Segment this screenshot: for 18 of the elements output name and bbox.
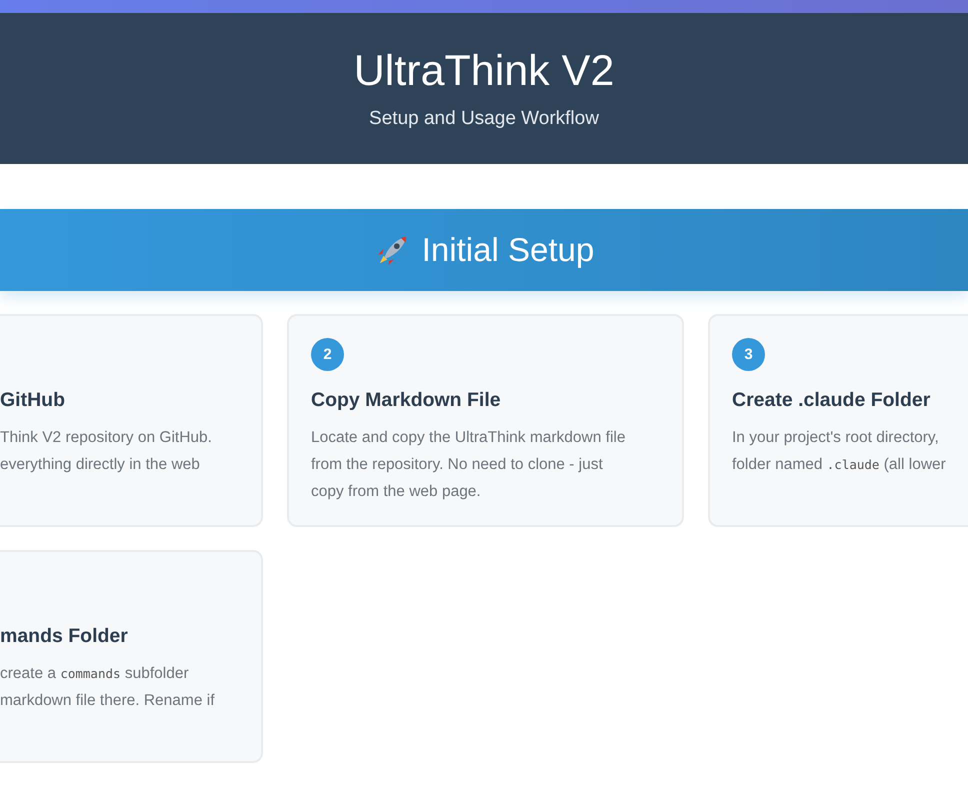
section-title: Initial Setup [422, 231, 594, 269]
step-number: 3 [732, 338, 765, 371]
step-description: Locate and copy the UltraThink markdown file [311, 428, 626, 448]
step-title: Copy Markdown File [311, 388, 501, 413]
step-description: In your project's root directory, [732, 428, 939, 448]
step-description: Think V2 repository on GitHub. [0, 428, 212, 448]
page-title: UltraThink V2 [354, 46, 614, 97]
step-description: markdown file there. Rename if [0, 691, 215, 711]
step-number: 2 [311, 338, 344, 371]
step-description: copy from the web page. [311, 482, 481, 502]
step-description: everything directly in the web [0, 455, 200, 475]
step-description: folder named .claude (all lower [732, 455, 946, 475]
step-title: Create .claude Folder [732, 388, 930, 413]
step-description: from the repository. No need to clone - just [311, 455, 603, 475]
step-title: mands Folder [0, 624, 128, 649]
page-subtitle: Setup and Usage Workflow [369, 108, 599, 130]
step-title: GitHub [0, 388, 65, 413]
step-description: create a commands subfolder [0, 664, 189, 684]
